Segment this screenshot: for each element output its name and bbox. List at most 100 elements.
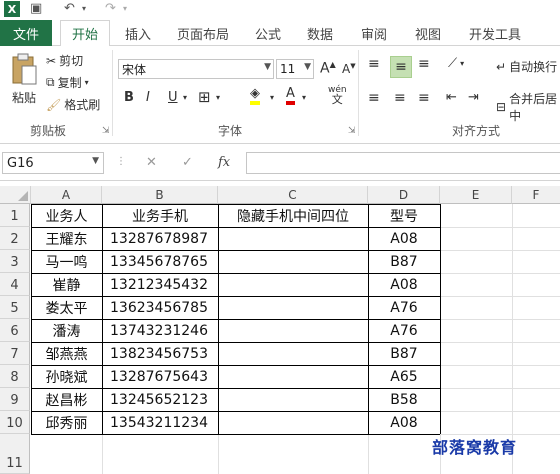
increase-font-button[interactable]: A▲: [320, 60, 336, 77]
insert-function-icon[interactable]: fx: [218, 155, 230, 170]
undo-dropdown-icon[interactable]: ▾: [82, 1, 86, 17]
align-center-button[interactable]: ≡: [394, 90, 406, 106]
phonetic-button[interactable]: wén 文: [328, 86, 347, 106]
tab-home[interactable]: 开始: [60, 20, 110, 47]
table-cell[interactable]: 娄太平: [31, 296, 102, 319]
bold-button[interactable]: B: [124, 90, 134, 105]
align-left-button[interactable]: ≡: [368, 90, 380, 106]
increase-indent-button[interactable]: ⇥: [468, 90, 479, 105]
cut-button[interactable]: ✂ 剪切: [46, 52, 83, 69]
table-cell[interactable]: 13623456785: [102, 296, 218, 319]
table-cell[interactable]: B87: [368, 250, 440, 273]
table-cell[interactable]: 13345678765: [102, 250, 218, 273]
paste-button[interactable]: 粘贴: [6, 52, 42, 106]
table-cell[interactable]: B87: [368, 342, 440, 365]
table-cell[interactable]: 邱秀丽: [31, 411, 102, 434]
format-painter-button[interactable]: 🖌 格式刷: [46, 96, 100, 113]
table-cell[interactable]: 赵昌彬: [31, 388, 102, 411]
table-cell[interactable]: 邹燕燕: [31, 342, 102, 365]
formula-input[interactable]: [246, 152, 560, 174]
decrease-indent-button[interactable]: ⇤: [446, 90, 457, 105]
enter-icon[interactable]: ✓: [182, 155, 193, 170]
table-cell[interactable]: 潘涛: [31, 319, 102, 342]
font-launcher-icon[interactable]: ⇲: [348, 126, 356, 136]
font-color-dropdown-icon[interactable]: ▾: [302, 93, 306, 102]
table-cell[interactable]: [218, 273, 368, 296]
table-cell[interactable]: 13823456753: [102, 342, 218, 365]
table-cell[interactable]: 崔静: [31, 273, 102, 296]
fill-color-dropdown-icon[interactable]: ▾: [270, 93, 274, 102]
table-cell[interactable]: [218, 365, 368, 388]
borders-dropdown-icon[interactable]: ▾: [216, 93, 220, 102]
select-all-corner[interactable]: [0, 186, 31, 204]
table-cell[interactable]: [218, 388, 368, 411]
table-cell[interactable]: A76: [368, 319, 440, 342]
table-cell[interactable]: 13287678987: [102, 227, 218, 250]
tab-page-layout[interactable]: 页面布局: [170, 20, 236, 46]
table-cell[interactable]: [218, 296, 368, 319]
table-cell[interactable]: 13543211234: [102, 411, 218, 434]
wrap-text-button[interactable]: ↵ 自动换行: [496, 58, 557, 75]
column-header-d[interactable]: D: [368, 186, 440, 204]
table-cell[interactable]: [218, 411, 368, 434]
align-right-button[interactable]: ≡: [418, 90, 430, 106]
table-cell[interactable]: 13245652123: [102, 388, 218, 411]
column-header-a[interactable]: A: [31, 186, 102, 204]
tab-data[interactable]: 数据: [300, 20, 340, 46]
tab-file[interactable]: 文件: [0, 20, 52, 46]
clipboard-launcher-icon[interactable]: ⇲: [102, 126, 110, 136]
orientation-dropdown-icon[interactable]: ▾: [460, 59, 464, 68]
header-cell[interactable]: 型号: [368, 204, 440, 227]
table-cell[interactable]: [218, 342, 368, 365]
tab-developer[interactable]: 开发工具: [462, 20, 528, 46]
header-cell[interactable]: 隐藏手机中间四位: [218, 204, 368, 227]
table-cell[interactable]: 孙晓斌: [31, 365, 102, 388]
copy-button[interactable]: ⧉ 复制 ▾: [46, 74, 89, 91]
tab-review[interactable]: 审阅: [354, 20, 394, 46]
align-top-button[interactable]: ≡: [368, 56, 380, 72]
align-bottom-button[interactable]: ≡: [418, 56, 430, 72]
underline-button[interactable]: U: [168, 90, 178, 105]
borders-button[interactable]: ⊞: [198, 88, 211, 106]
save-icon[interactable]: ▣: [30, 1, 42, 17]
table-cell[interactable]: [218, 250, 368, 273]
tab-view[interactable]: 视图: [408, 20, 448, 46]
tab-formulas[interactable]: 公式: [248, 20, 288, 46]
table-cell[interactable]: [218, 227, 368, 250]
font-name-combo[interactable]: 宋体 ▼: [118, 59, 274, 79]
merge-center-button[interactable]: ⊟ 合并后居中: [496, 90, 560, 124]
underline-dropdown-icon[interactable]: ▾: [183, 93, 187, 102]
table-cell[interactable]: A65: [368, 365, 440, 388]
redo-button[interactable]: ↷: [105, 1, 116, 17]
table-cell[interactable]: [218, 319, 368, 342]
decrease-font-button[interactable]: A▼: [342, 62, 356, 76]
column-header-e[interactable]: E: [440, 186, 512, 204]
table-cell[interactable]: A08: [368, 227, 440, 250]
align-middle-button[interactable]: ≡: [390, 56, 412, 78]
column-header-f[interactable]: F: [512, 186, 560, 204]
table-cell[interactable]: 马一鸣: [31, 250, 102, 273]
column-header-c[interactable]: C: [218, 186, 368, 204]
table-cell[interactable]: B58: [368, 388, 440, 411]
name-box[interactable]: G16 ▼: [2, 152, 104, 174]
column-header-b[interactable]: B: [102, 186, 218, 204]
italic-button[interactable]: I: [146, 90, 150, 105]
table-cell[interactable]: A76: [368, 296, 440, 319]
table-cell[interactable]: A08: [368, 411, 440, 434]
table-cell[interactable]: 王耀东: [31, 227, 102, 250]
undo-button[interactable]: ↶: [64, 1, 75, 17]
font-color-button[interactable]: A: [286, 86, 295, 105]
cancel-icon[interactable]: ✕: [146, 155, 157, 170]
redo-dropdown-icon[interactable]: ▾: [123, 1, 127, 17]
header-cell[interactable]: 业务人: [31, 204, 102, 227]
orientation-button[interactable]: ⟋ ▾: [448, 56, 464, 71]
copy-dropdown-icon[interactable]: ▾: [85, 78, 89, 87]
font-size-combo[interactable]: 11 ▼: [276, 59, 314, 79]
fill-color-button[interactable]: ◈: [250, 86, 260, 105]
header-cell[interactable]: 业务手机: [102, 204, 218, 227]
table-cell[interactable]: 13212345432: [102, 273, 218, 296]
tab-insert[interactable]: 插入: [118, 20, 158, 46]
table-cell[interactable]: 13287675643: [102, 365, 218, 388]
table-cell[interactable]: A08: [368, 273, 440, 296]
table-cell[interactable]: 13743231246: [102, 319, 218, 342]
